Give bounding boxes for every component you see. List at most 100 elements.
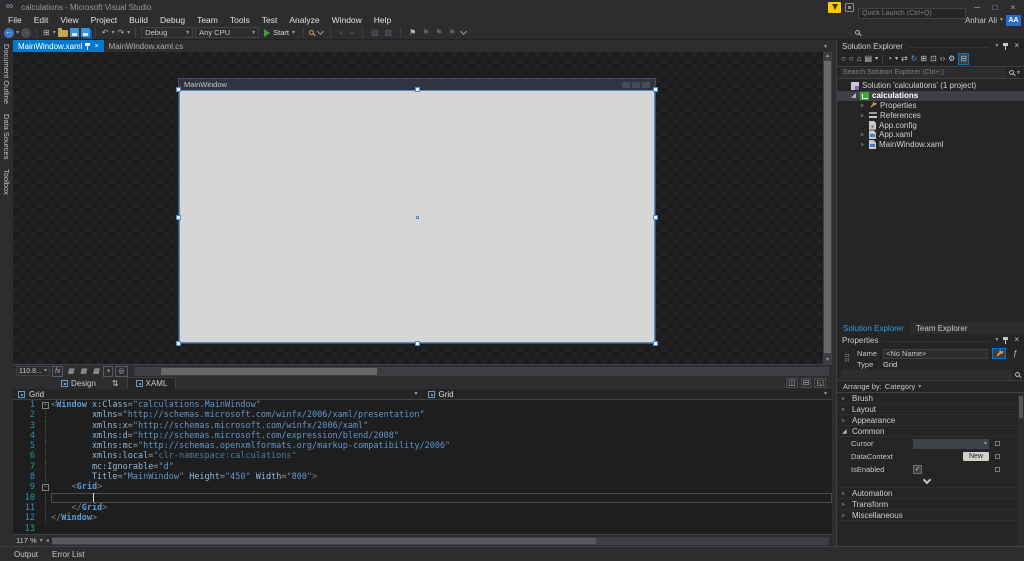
feedback-icon[interactable]: [845, 2, 854, 12]
find-in-files-icon[interactable]: [309, 30, 315, 35]
undo-dropdown-icon[interactable]: ▾: [111, 30, 114, 36]
scrollbar-thumb[interactable]: [161, 367, 377, 375]
scroll-up-icon[interactable]: ▴: [823, 52, 832, 60]
start-debug-button[interactable]: Start ▾: [261, 28, 298, 37]
resize-handle-left[interactable]: [176, 215, 181, 220]
rail-tab-data-sources[interactable]: Data Sources: [2, 114, 11, 159]
undo-icon[interactable]: ↶: [101, 28, 110, 37]
bookmark-icon[interactable]: ⚑: [408, 28, 417, 37]
code-line-1[interactable]: 1- < Window x:Class = "calculations.MainWind…: [13, 400, 832, 410]
swap-panes-icon[interactable]: ⇅: [112, 379, 119, 388]
doc-tab-mainwindow-xaml[interactable]: MainWindow.xaml ×: [13, 40, 104, 52]
snap-to-grid-icon[interactable]: ▦: [78, 366, 89, 377]
expander-collapsed-icon[interactable]: ▹: [859, 131, 866, 138]
show-grid-icon[interactable]: ▦: [65, 366, 76, 377]
pin-icon[interactable]: [85, 42, 91, 50]
switch-views-dropdown-icon[interactable]: ▾: [875, 56, 878, 62]
close-button[interactable]: ×: [1006, 2, 1020, 13]
rail-tab-toolbox[interactable]: Toolbox: [2, 169, 11, 195]
section-layout[interactable]: ▹ Layout: [837, 404, 1017, 415]
scrollbar-thumb[interactable]: [1019, 396, 1023, 418]
expander-collapsed-icon[interactable]: ▹: [842, 501, 848, 508]
tree-item-references[interactable]: ▹ References: [837, 110, 1024, 120]
pin-icon[interactable]: [1003, 336, 1009, 344]
expand-pane-icon[interactable]: ◱: [814, 378, 826, 388]
scrollbar-thumb[interactable]: [824, 61, 831, 353]
code-line-11[interactable]: 11 </Grid >: [13, 502, 832, 514]
redo-icon[interactable]: ↷: [116, 28, 125, 37]
previous-bookmark-icon[interactable]: ⚑: [421, 28, 430, 37]
code-line-5[interactable]: 5 xmlns:mc = "http://schemas.openxmlformat…: [13, 441, 832, 452]
navigate-forward-icon[interactable]: ○: [849, 55, 854, 63]
designed-window[interactable]: MainWindow: [176, 78, 658, 346]
bottom-tab-output[interactable]: Output: [14, 550, 38, 559]
home-icon[interactable]: ⌂: [857, 55, 862, 63]
editor-zoom-dropdown-icon[interactable]: ▾: [40, 538, 43, 544]
navigate-back-button[interactable]: ←: [4, 27, 14, 38]
code-line-7[interactable]: 7 mc:Ignorable = "d": [13, 461, 832, 473]
clear-bookmarks-icon[interactable]: ⚑: [448, 28, 457, 37]
search-icon[interactable]: [1008, 70, 1014, 75]
doc-tab-mainwindow-xaml-cs[interactable]: MainWindow.xaml.cs: [104, 40, 189, 52]
user-name[interactable]: Anhar Ali: [965, 16, 997, 25]
resize-handle-right[interactable]: [653, 215, 658, 220]
section-appearance[interactable]: ▹ Appearance: [837, 415, 1017, 426]
center-handle[interactable]: [416, 216, 419, 219]
scrollbar-thumb[interactable]: [51, 537, 596, 544]
tab-team-explorer[interactable]: Team Explorer: [910, 322, 974, 334]
navigate-forward-editor-icon[interactable]: »: [348, 28, 354, 37]
tab-xaml[interactable]: XAML: [126, 376, 177, 390]
title-bar[interactable]: ∞ calculations - Microsoft Visual Studio…: [0, 0, 1024, 35]
designer-vertical-scrollbar[interactable]: ▴ ▾: [823, 52, 832, 364]
document-list-dropdown-icon[interactable]: ▾: [824, 44, 827, 50]
section-miscellaneous[interactable]: ▹ Miscellaneous: [837, 510, 1017, 521]
search-icon[interactable]: [855, 29, 860, 35]
expander-collapsed-icon[interactable]: ▹: [842, 490, 848, 497]
expander-collapsed-icon[interactable]: ▹: [842, 406, 848, 413]
search-options-dropdown-icon[interactable]: ▾: [1017, 70, 1020, 76]
show-snap-grid-icon[interactable]: ▩: [91, 366, 102, 377]
next-bookmark-icon[interactable]: ⚑: [434, 28, 443, 37]
breadcrumb-element-dropdown[interactable]: Grid ▾: [13, 389, 423, 399]
tree-item-properties[interactable]: ▹ Properties: [837, 101, 1024, 111]
new-button[interactable]: New: [962, 452, 989, 461]
solution-search-input[interactable]: [841, 67, 1006, 78]
menu-item-project[interactable]: Project: [85, 14, 123, 26]
save-icon[interactable]: [69, 28, 79, 37]
code-line-9[interactable]: 9- < Grid >: [13, 482, 832, 492]
code-line-6[interactable]: 6 xmlns:local = "clr-namespace:calculation…: [13, 451, 832, 462]
split-vertical-icon[interactable]: ◫: [786, 378, 798, 388]
close-icon[interactable]: ×: [1014, 42, 1019, 50]
bookmarks-overflow-icon[interactable]: [459, 27, 467, 36]
snaplines-toggle-icon[interactable]: +: [103, 365, 114, 377]
resize-handle-top-right[interactable]: [653, 87, 658, 92]
disable-project-code-icon[interactable]: ◎: [115, 365, 128, 377]
menu-item-analyze[interactable]: Analyze: [283, 14, 325, 26]
toolbar-overflow-icon[interactable]: [316, 27, 325, 36]
expander-collapsed-icon[interactable]: ▹: [859, 141, 866, 148]
expander-collapsed-icon[interactable]: ▹: [842, 417, 848, 424]
new-project-dropdown-icon[interactable]: ▾: [53, 30, 56, 36]
solution-platform-dropdown[interactable]: Any CPU ▾: [195, 27, 260, 38]
pin-icon[interactable]: [1003, 42, 1009, 50]
window-position-dropdown-icon[interactable]: ▾: [995, 43, 998, 49]
open-file-icon[interactable]: [57, 28, 68, 37]
scroll-left-icon[interactable]: ◂: [46, 537, 49, 544]
property-marker[interactable]: [995, 454, 1000, 459]
element-name-input[interactable]: [883, 348, 988, 359]
redo-dropdown-icon[interactable]: ▾: [127, 30, 130, 36]
effects-toggle-icon[interactable]: fx: [52, 365, 64, 377]
navigate-backward-editor-icon[interactable]: «: [338, 28, 344, 37]
new-project-icon[interactable]: ⊞: [42, 28, 51, 37]
navigate-back-dropdown-icon[interactable]: ▾: [16, 30, 19, 36]
uncomment-selection-icon[interactable]: ▨: [384, 28, 394, 37]
view-code-icon[interactable]: ‹›: [940, 55, 945, 63]
scroll-down-icon[interactable]: ▾: [823, 356, 832, 364]
quick-launch-input[interactable]: [858, 7, 966, 19]
minimize-button[interactable]: ─: [970, 2, 984, 13]
menu-item-edit[interactable]: Edit: [28, 14, 55, 26]
section-transform[interactable]: ▹ Transform: [837, 499, 1017, 510]
property-search-input[interactable]: [841, 370, 1012, 379]
code-line-12[interactable]: 12 </Window >: [13, 513, 832, 524]
split-horizontal-icon[interactable]: ⊟: [800, 378, 812, 388]
